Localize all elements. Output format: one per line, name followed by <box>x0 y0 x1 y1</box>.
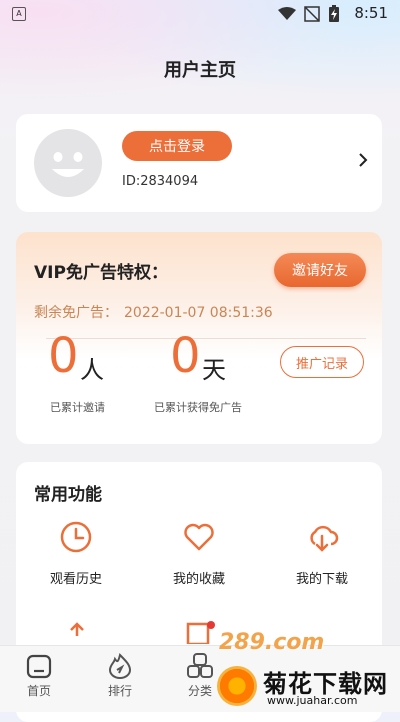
status-bar: A 8:51 <box>0 0 400 28</box>
function-favorites[interactable]: 我的收藏 <box>139 520 259 587</box>
invite-friends-button[interactable]: 邀请好友 <box>274 253 366 287</box>
cloud-download-icon <box>310 525 339 552</box>
invited-caption: 已累计邀请 <box>50 401 105 414</box>
nav-label: 分类 <box>187 684 212 698</box>
category-icon <box>187 653 213 678</box>
notification-indicator: A <box>12 7 26 21</box>
remaining-value: 2022-01-07 08:51:36 <box>124 305 273 321</box>
function-label: 我的收藏 <box>172 572 225 587</box>
nav-ranking[interactable]: 排行 <box>95 652 145 699</box>
edit-icon[interactable] <box>186 620 216 644</box>
days-unit: 天 <box>202 356 226 384</box>
days-caption: 已累计获得免广告 <box>154 401 242 414</box>
function-watch-history[interactable]: 观看历史 <box>16 520 136 587</box>
login-button[interactable]: 点击登录 <box>122 131 232 161</box>
vip-title: VIP免广告特权： <box>34 263 168 283</box>
upload-icon[interactable] <box>64 622 90 642</box>
user-id: ID:2834094 <box>122 174 199 189</box>
wifi-icon <box>278 7 296 20</box>
invited-unit: 人 <box>80 356 104 384</box>
nav-label: 首页 <box>26 684 51 698</box>
home-icon <box>26 654 52 679</box>
smiley-avatar-icon <box>52 152 84 177</box>
divider <box>46 338 366 339</box>
promotion-records-button[interactable]: 推广记录 <box>280 346 364 378</box>
functions-title: 常用功能 <box>34 485 102 505</box>
signal-off-icon <box>304 6 320 22</box>
function-label: 观看历史 <box>49 572 102 587</box>
status-time: 8:51 <box>354 4 388 22</box>
function-downloads[interactable]: 我的下载 <box>262 520 382 587</box>
nav-home[interactable]: 首页 <box>14 652 64 699</box>
chevron-right-icon[interactable] <box>358 152 368 168</box>
clock-icon <box>60 521 92 553</box>
function-label: 我的下载 <box>295 572 348 587</box>
profile-card[interactable]: 点击登录 ID:2834094 <box>16 114 382 212</box>
watermark-logo: 289.com <box>219 630 325 655</box>
page-title: 用户主页 <box>164 60 236 81</box>
watermark-url: www.juahar.com <box>267 694 358 707</box>
flame-icon <box>108 653 132 679</box>
remaining-ad-free: 剩余免广告： 2022-01-07 08:51:36 <box>34 302 273 322</box>
status-icons <box>278 5 340 23</box>
invited-count: 0 <box>48 328 79 384</box>
avatar[interactable] <box>34 129 102 197</box>
heart-icon <box>184 523 214 551</box>
watermark: 289.com 菊花下载网 www.juahar.com <box>215 630 400 711</box>
battery-charging-icon <box>329 5 339 22</box>
days-count: 0 <box>170 328 201 384</box>
remaining-label: 剩余免广告： <box>34 305 118 321</box>
vip-card: VIP免广告特权： 邀请好友 剩余免广告： 2022-01-07 08:51:36… <box>16 232 382 444</box>
flower-logo-icon <box>217 666 257 706</box>
nav-label: 排行 <box>107 684 132 698</box>
